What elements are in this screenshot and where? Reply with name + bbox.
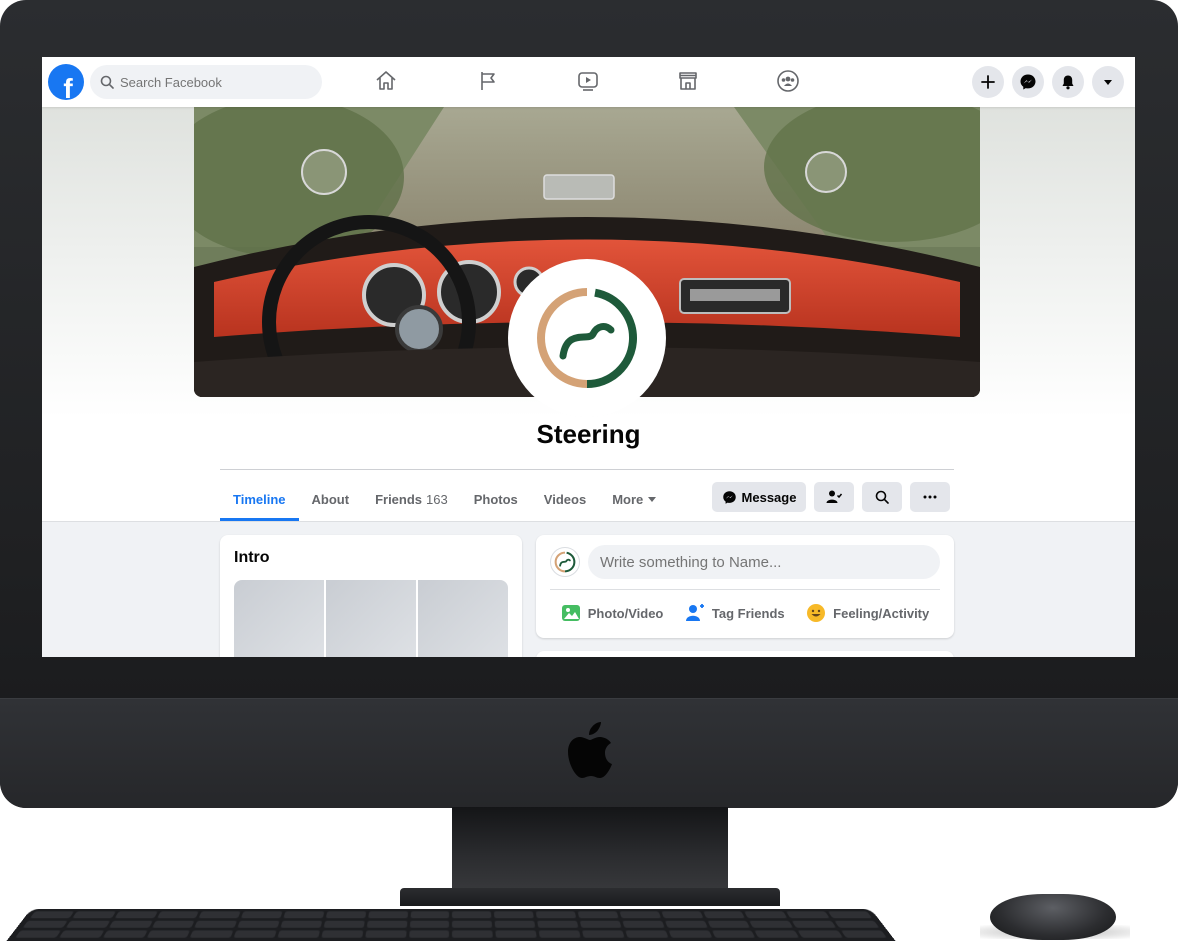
intro-title: Intro: [234, 549, 270, 566]
steering-logo-icon: [537, 288, 637, 388]
imac-stand: [452, 807, 728, 897]
photo-tile[interactable]: [326, 580, 416, 657]
profile-picture[interactable]: [512, 263, 662, 413]
bell-icon: [1062, 75, 1074, 90]
tag-friends-label: Tag Friends: [711, 605, 785, 621]
more-options-button[interactable]: [910, 482, 950, 512]
messenger-icon: [722, 490, 736, 504]
search-icon: [875, 490, 889, 504]
caret-down-icon: [1104, 80, 1112, 85]
composer-divider: [550, 589, 940, 590]
add-friend-icon: [826, 490, 842, 503]
tabs-divider: [220, 469, 954, 470]
search-bar[interactable]: [90, 65, 322, 99]
page-search-button[interactable]: [862, 482, 902, 512]
tab-label: About: [311, 491, 350, 507]
intro-card: Intro: [220, 535, 522, 657]
tab-friends[interactable]: Friends 163: [362, 477, 461, 521]
profile-tabs: Timeline About Friends 163 Photos Videos …: [220, 477, 670, 521]
post-input[interactable]: [588, 545, 940, 579]
photo-tile[interactable]: [234, 580, 324, 657]
messenger-button[interactable]: [1012, 66, 1044, 98]
account-menu-button[interactable]: [1092, 66, 1124, 98]
header-bottom-border: [42, 521, 1135, 522]
search-icon: [100, 75, 114, 89]
tab-about[interactable]: About: [299, 477, 363, 521]
photo-video-icon: [561, 605, 580, 621]
profile-actions: Message: [712, 482, 950, 512]
photo-video-label: Photo/Video: [587, 605, 664, 621]
tab-videos[interactable]: Videos: [531, 477, 599, 521]
composer-actions: Photo/Video Tag Friends Feeling/Activity: [550, 595, 940, 631]
tab-label: More: [612, 491, 644, 507]
apple-logo-icon: [568, 722, 612, 778]
tag-friends-button[interactable]: Tag Friends: [685, 603, 785, 623]
home-icon[interactable]: [372, 67, 400, 95]
steering-logo-icon: [554, 551, 576, 573]
imac-stand-base: [400, 888, 780, 906]
tab-more[interactable]: More: [599, 477, 670, 521]
tab-photos[interactable]: Photos: [461, 477, 531, 521]
tab-label: Friends: [375, 491, 423, 507]
screen: f Search Facebook Steering Timeline Abou…: [42, 57, 1135, 657]
caret-down-icon: [648, 497, 657, 502]
friends-count: 163: [426, 491, 448, 507]
pages-flag-icon[interactable]: [474, 67, 502, 95]
message-label: Message: [741, 489, 797, 505]
watch-video-icon[interactable]: [574, 67, 602, 95]
notifications-button[interactable]: [1052, 66, 1084, 98]
page-title: Steering: [536, 419, 641, 449]
photo-tile[interactable]: [418, 580, 508, 657]
search-input[interactable]: [120, 74, 300, 90]
photo-video-button[interactable]: Photo/Video: [561, 603, 664, 623]
avatar[interactable]: [550, 547, 580, 577]
intro-photo-grid: [234, 580, 508, 657]
add-friend-button[interactable]: [814, 482, 854, 512]
feeling-icon: [807, 604, 826, 622]
tab-label: Photos: [473, 491, 518, 507]
create-button[interactable]: [972, 66, 1004, 98]
tab-label: Timeline: [233, 491, 286, 507]
tag-friends-icon: [685, 604, 704, 621]
next-post-card: [536, 651, 954, 657]
magic-mouse: [990, 894, 1116, 940]
plus-icon: [981, 75, 995, 89]
facebook-logo-letter: f: [63, 73, 73, 101]
feeling-activity-label: Feeling/Activity: [833, 605, 930, 621]
facebook-logo-icon[interactable]: f: [48, 64, 84, 100]
more-icon: [923, 495, 937, 499]
post-composer: Photo/Video Tag Friends Feeling/Activity: [536, 535, 954, 638]
groups-icon[interactable]: [774, 67, 802, 95]
messenger-icon: [1020, 74, 1036, 90]
message-button[interactable]: Message: [712, 482, 806, 512]
marketplace-icon[interactable]: [674, 67, 702, 95]
tab-timeline[interactable]: Timeline: [220, 477, 299, 521]
feeling-activity-button[interactable]: Feeling/Activity: [806, 603, 929, 623]
keyboard: [4, 908, 898, 941]
top-navigation-bar: f: [42, 57, 1135, 107]
tab-label: Videos: [543, 491, 587, 507]
